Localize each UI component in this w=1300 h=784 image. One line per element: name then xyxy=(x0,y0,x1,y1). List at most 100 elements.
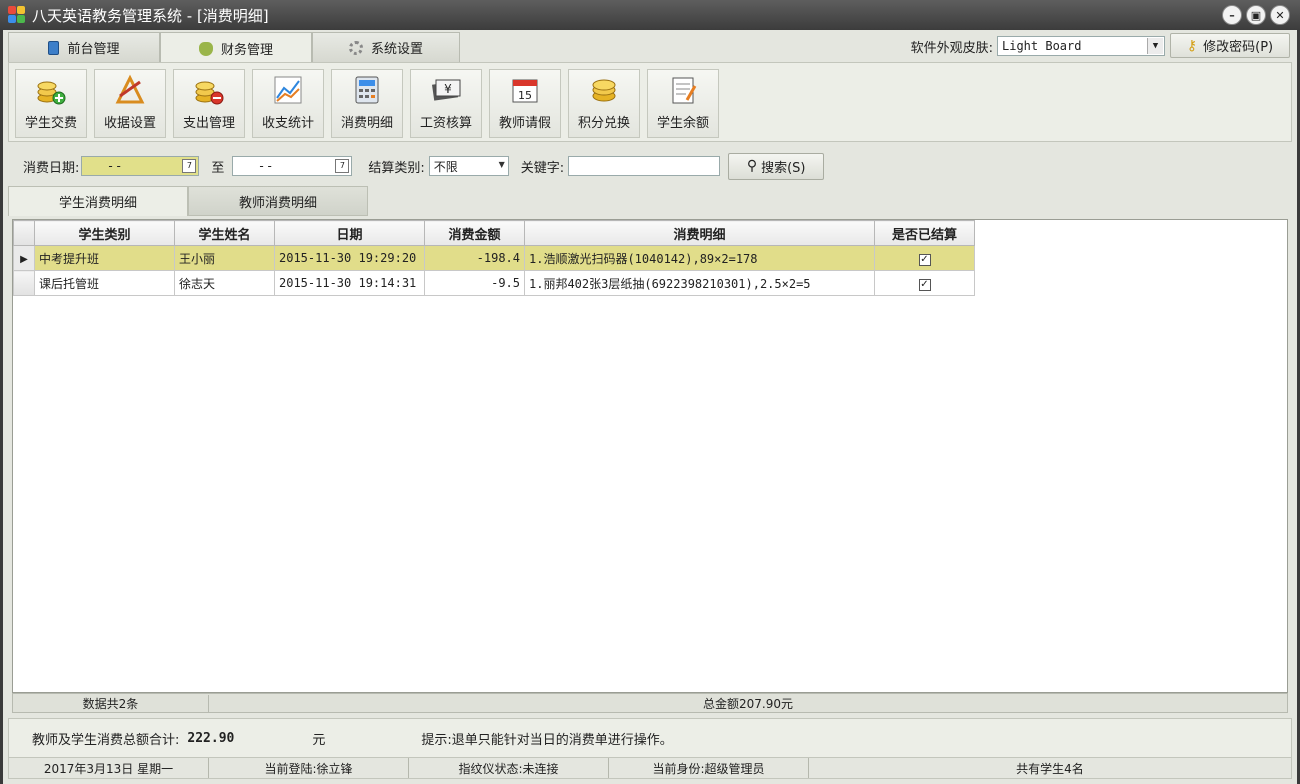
svg-text:¥: ¥ xyxy=(444,82,452,96)
date-from-field[interactable]: - - 7 xyxy=(81,156,200,176)
consumption-grid: 学生类别 学生姓名 日期 消费金额 消费明细 是否已结算 ▶ 中考提升班 王小丽… xyxy=(12,219,1288,693)
amount-cell[interactable]: -198.4 xyxy=(424,245,525,271)
calendar-icon[interactable]: 7 xyxy=(335,159,350,173)
status-date: 2017年3月13日 星期一 xyxy=(9,758,209,778)
column-header[interactable]: 消费明细 xyxy=(524,220,875,246)
date-label: 消费日期: xyxy=(23,160,80,176)
chevron-down-icon[interactable]: ▼ xyxy=(1147,38,1163,54)
tab-front-desk[interactable]: 前台管理 xyxy=(8,32,160,62)
search-button[interactable]: ⚲ 搜索(S) xyxy=(728,152,825,180)
column-header[interactable]: 学生姓名 xyxy=(174,220,275,246)
tab-student-consumption[interactable]: 学生消费明细 xyxy=(8,186,188,216)
settle-type-select[interactable]: 不限 ▼ xyxy=(428,156,509,176)
title-bar: 八天英语教务管理系统 - [消费明细] – ▣ ✕ xyxy=(0,0,1300,30)
minimize-icon[interactable]: – xyxy=(1222,5,1242,25)
date-cell[interactable]: 2015-11-30 19:29:20 xyxy=(274,245,425,271)
notepad-icon xyxy=(672,77,697,104)
book-icon xyxy=(48,40,60,55)
grand-total-label: 教师及学生消费总额合计: xyxy=(32,732,180,748)
detail-cell[interactable]: 1.丽邦402张3层纸抽(6922398210301),2.5×2=5 xyxy=(524,270,875,296)
skin-select[interactable]: Light Board ▼ xyxy=(997,36,1165,56)
main-frame: 前台管理 财务管理 系统设置 软件外观皮肤: Light Board ▼ ⚷ 修… xyxy=(3,30,1297,784)
student-category-cell[interactable]: 中考提升班 xyxy=(34,245,175,271)
settled-checkbox[interactable]: ✓ xyxy=(918,253,931,266)
window-title: 八天英语教务管理系统 - [消费明细] xyxy=(32,6,269,25)
amount-cell[interactable]: -9.5 xyxy=(424,270,525,296)
keyword-input[interactable] xyxy=(568,156,721,176)
status-student-count: 共有学生4名 xyxy=(1016,761,1084,776)
expense-management-button[interactable]: 支出管理 xyxy=(173,69,245,138)
calculator-icon xyxy=(355,76,379,104)
date-cell[interactable]: 2015-11-30 19:14:31 xyxy=(274,270,425,296)
points-exchange-button[interactable]: 积分兑换 xyxy=(568,69,640,138)
coin-stack-icon xyxy=(592,79,616,102)
totals-info-panel: 教师及学生消费总额合计: 222.90 元 提示:退单只能针对当日的消费单进行操… xyxy=(8,718,1292,758)
tab-finance[interactable]: 财务管理 xyxy=(160,32,312,64)
top-tabs: 前台管理 财务管理 系统设置 xyxy=(8,32,460,64)
date-to-field[interactable]: - - 7 xyxy=(232,156,353,176)
calendar-icon: 15 xyxy=(512,79,538,103)
line-chart-icon xyxy=(274,76,302,104)
gear-icon xyxy=(348,40,363,55)
income-expense-stats-button[interactable]: 收支统计 xyxy=(252,69,324,138)
receipt-settings-button[interactable]: 收据设置 xyxy=(94,69,166,138)
detail-cell[interactable]: 1.浩顺激光扫码器(1040142),89×2=178 xyxy=(524,245,875,271)
keyword-label: 关键字: xyxy=(520,160,565,176)
skin-selector-area: 软件外观皮肤: Light Board ▼ xyxy=(911,36,1165,56)
current-row-icon: ▶ xyxy=(20,254,28,265)
calendar-icon[interactable]: 7 xyxy=(182,159,197,173)
to-label: 至 xyxy=(211,160,225,176)
table-row[interactable]: ▶ 中考提升班 王小丽 2015-11-30 19:29:20 -198.4 1… xyxy=(13,245,975,271)
data-table: 学生类别 学生姓名 日期 消费金额 消费明细 是否已结算 ▶ 中考提升班 王小丽… xyxy=(13,220,975,296)
settle-type-label: 结算类别: xyxy=(368,160,425,176)
column-header[interactable]: 日期 xyxy=(274,220,425,246)
student-name-cell[interactable]: 徐志天 xyxy=(174,270,275,296)
consumption-detail-button[interactable]: 消费明细 xyxy=(331,69,403,138)
grid-summary-bar: 数据共2条 总金额207.90元 xyxy=(12,693,1288,713)
column-header[interactable]: 学生类别 xyxy=(34,220,175,246)
tab-teacher-consumption[interactable]: 教师消费明细 xyxy=(188,186,368,216)
search-icon: ⚲ xyxy=(746,158,758,174)
skin-label: 软件外观皮肤: xyxy=(910,40,993,56)
coins-remove-icon xyxy=(195,81,224,105)
finance-toolbar: 学生交费 收据设置 支出管理 收支统计 消费明细 ¥ 工资核算 15 教师请假 … xyxy=(8,62,1292,142)
currency-unit: 元 xyxy=(312,732,326,748)
status-bar: 2017年3月13日 星期一 当前登陆:徐立锋 指纹仪状态:未连接 当前身份:超… xyxy=(8,757,1292,779)
status-role: 当前身份:超级管理员 xyxy=(609,758,809,778)
total-amount: 总金额207.90元 xyxy=(703,696,793,711)
refund-hint: 提示:退单只能针对当日的消费单进行操作。 xyxy=(421,732,673,748)
ruler-set-icon xyxy=(115,74,145,104)
salary-accounting-button[interactable]: ¥ 工资核算 xyxy=(410,69,482,138)
student-balance-button[interactable]: 学生余额 xyxy=(647,69,719,138)
coins-add-icon xyxy=(37,81,66,105)
teacher-leave-button[interactable]: 15 教师请假 xyxy=(489,69,561,138)
table-row[interactable]: 课后托管班 徐志天 2015-11-30 19:14:31 -9.5 1.丽邦4… xyxy=(13,270,975,296)
grand-total-value: 222.90 xyxy=(187,730,235,746)
detail-tabs: 学生消费明细 教师消费明细 xyxy=(8,186,368,216)
record-count: 数据共2条 xyxy=(13,694,209,712)
table-header-row: 学生类别 学生姓名 日期 消费金额 消费明细 是否已结算 xyxy=(13,220,975,246)
change-password-button[interactable]: ⚷ 修改密码(P) xyxy=(1170,33,1290,58)
row-selector[interactable] xyxy=(13,270,35,296)
column-header[interactable]: 是否已结算 xyxy=(874,220,975,246)
settled-cell[interactable]: ✓ xyxy=(874,245,975,271)
tab-system-settings[interactable]: 系统设置 xyxy=(312,32,460,62)
student-category-cell[interactable]: 课后托管班 xyxy=(34,270,175,296)
svg-text:15: 15 xyxy=(518,89,532,102)
settled-checkbox[interactable]: ✓ xyxy=(918,278,931,291)
student-name-cell[interactable]: 王小丽 xyxy=(174,245,275,271)
key-icon: ⚷ xyxy=(1186,37,1198,54)
status-fingerprint: 指纹仪状态:未连接 xyxy=(409,758,609,778)
maximize-icon[interactable]: ▣ xyxy=(1246,5,1266,25)
yen-note-icon: ¥ xyxy=(432,79,461,101)
settled-cell[interactable]: ✓ xyxy=(874,270,975,296)
row-selector[interactable]: ▶ xyxy=(13,245,35,271)
row-header-corner xyxy=(13,220,35,246)
filter-bar: 消费日期: - - 7 至 - - 7 结算类别: 不限 ▼ 关键字: ⚲ 搜索… xyxy=(8,148,1292,184)
money-bag-icon xyxy=(198,41,213,56)
close-icon[interactable]: ✕ xyxy=(1270,5,1290,25)
app-logo-icon xyxy=(8,6,26,24)
student-payment-button[interactable]: 学生交费 xyxy=(15,69,87,138)
chevron-down-icon[interactable]: ▼ xyxy=(499,160,505,169)
column-header[interactable]: 消费金额 xyxy=(424,220,525,246)
